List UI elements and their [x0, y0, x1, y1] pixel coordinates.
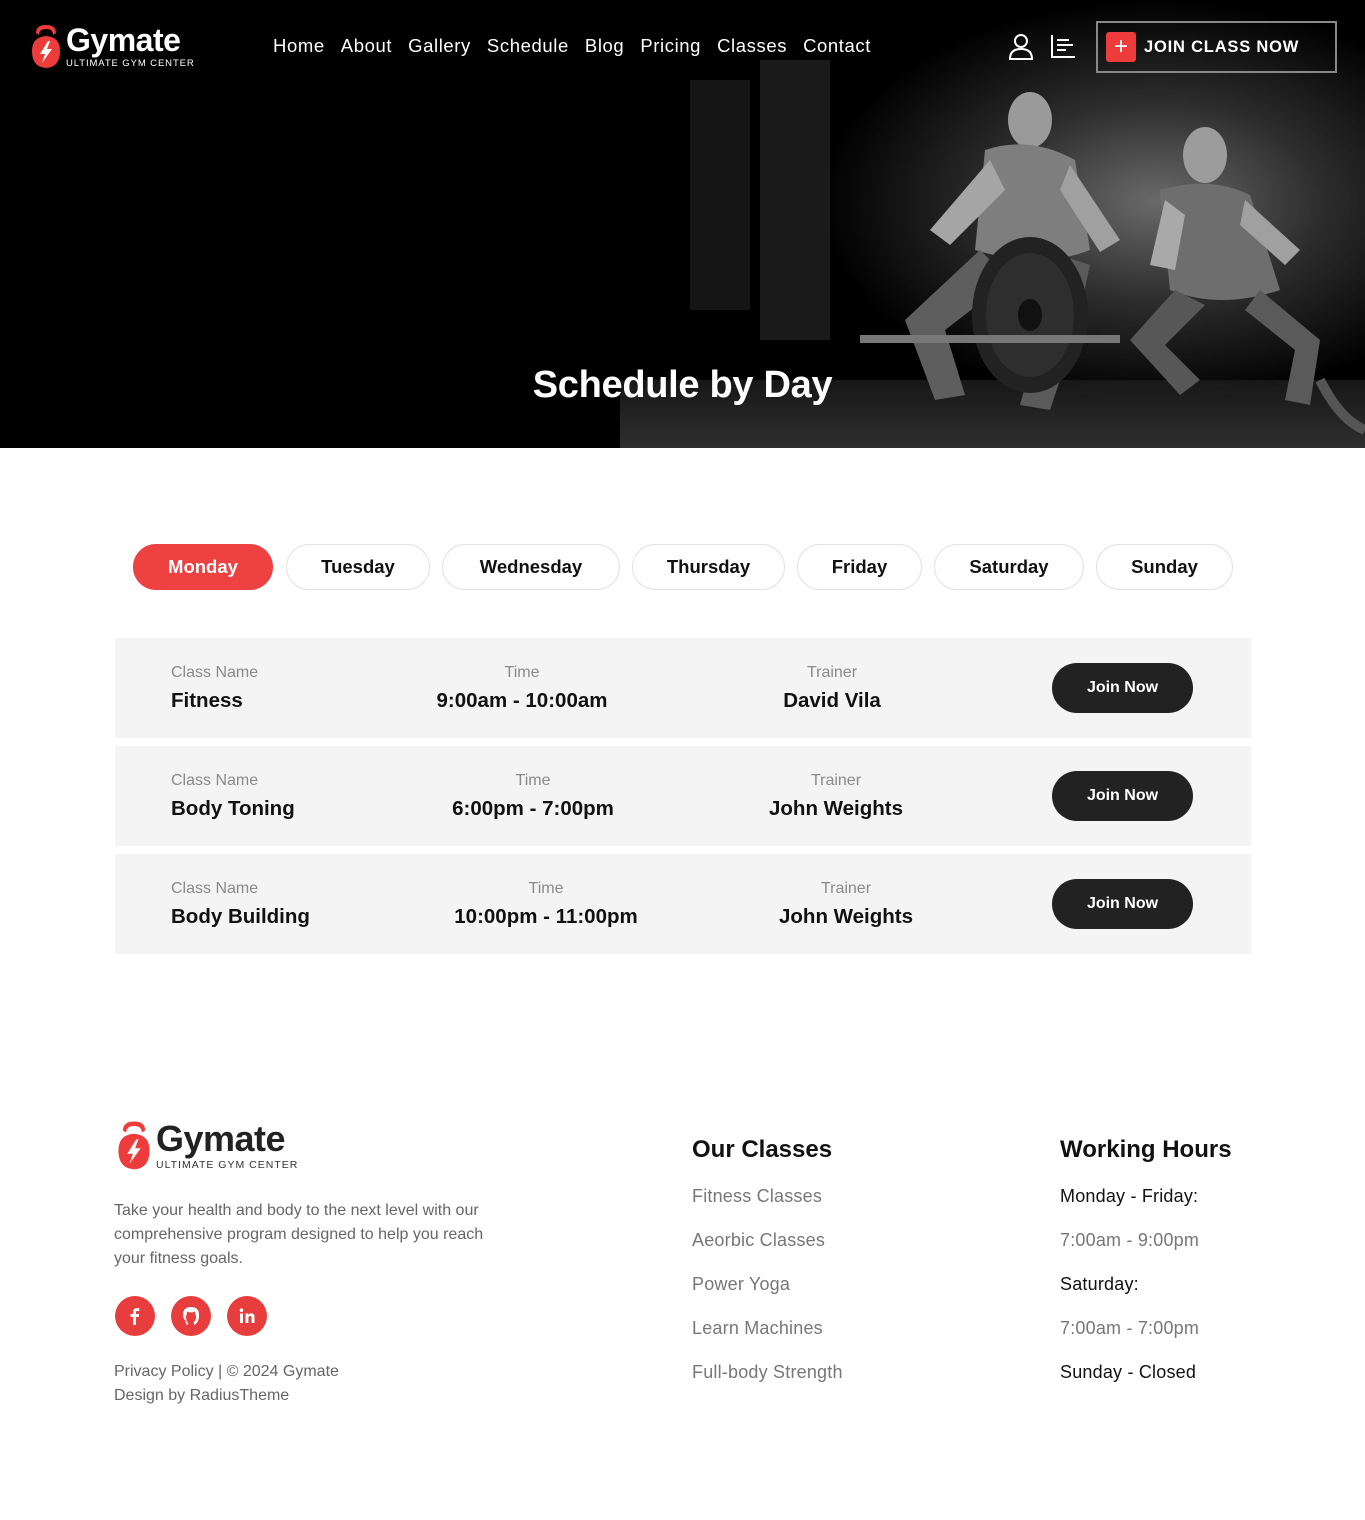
class-name-label: Class Name: [171, 880, 259, 897]
hours-day: Monday - Friday:: [1060, 1186, 1199, 1206]
footer-brand-tagline: ULTIMATE GYM CENTER: [156, 1158, 299, 1171]
tab-saturday[interactable]: Saturday: [934, 544, 1084, 590]
class-name-label: Class Name: [171, 772, 259, 789]
class-name-cell: Class Name Body Toning: [171, 772, 295, 821]
tab-thursday[interactable]: Thursday: [632, 544, 785, 590]
footer-class-link[interactable]: Aeorbic Classes: [692, 1228, 843, 1272]
nav-blog[interactable]: Blog: [585, 34, 624, 58]
hours-time: 7:00am - 9:00pm: [1060, 1230, 1200, 1250]
nav-contact[interactable]: Contact: [803, 34, 871, 58]
time-cell: Time 9:00am - 10:00am: [437, 664, 608, 713]
nav-gallery[interactable]: Gallery: [408, 34, 471, 58]
trainer-label: Trainer: [810, 772, 862, 789]
nav-home[interactable]: Home: [273, 34, 325, 58]
hours-day: Saturday:: [1060, 1274, 1139, 1294]
schedule-row: Class Name Fitness Time 9:00am - 10:00am…: [115, 638, 1251, 738]
time-cell: Time 6:00pm - 7:00pm: [452, 772, 614, 821]
time-value: 10:00pm - 11:00pm: [454, 905, 638, 928]
footer-description: Take your health and body to the next le…: [114, 1202, 484, 1267]
working-hours-heading: Working Hours: [1060, 1136, 1232, 1163]
linkedin-icon[interactable]: [227, 1296, 267, 1336]
join-class-now-button[interactable]: + JOIN CLASS NOW: [1096, 21, 1337, 73]
nav-pricing[interactable]: Pricing: [640, 34, 701, 58]
day-tabs: Monday Tuesday Wednesday Thursday Friday…: [0, 544, 1365, 590]
footer-class-link[interactable]: Learn Machines: [692, 1316, 843, 1360]
join-now-button[interactable]: Join Now: [1052, 771, 1193, 821]
kettlebell-logo-icon: [32, 25, 60, 68]
join-now-button[interactable]: Join Now: [1052, 879, 1193, 929]
our-classes-list: Fitness Classes Aeorbic Classes Power Yo…: [692, 1184, 843, 1404]
footer-brand-name: Gymate: [156, 1117, 286, 1159]
page-title: Schedule by Day: [532, 364, 833, 406]
nav-about[interactable]: About: [341, 34, 392, 58]
brand-name: Gymate: [66, 22, 181, 58]
brand-logo[interactable]: Gymate ULTIMATE GYM CENTER: [28, 22, 208, 72]
align-left-icon[interactable]: [1049, 32, 1077, 60]
copyright-text[interactable]: Privacy Policy | © 2024 Gymate: [114, 1360, 339, 1384]
trainer-cell: Trainer John Weights: [779, 880, 913, 929]
tab-sunday[interactable]: Sunday: [1096, 544, 1233, 590]
class-name-value: Body Toning: [171, 797, 295, 820]
tab-friday[interactable]: Friday: [797, 544, 922, 590]
github-icon[interactable]: [171, 1296, 211, 1336]
footer-copyright: Privacy Policy | © 2024 Gymate Design by…: [114, 1360, 339, 1408]
user-icon[interactable]: [1007, 32, 1035, 60]
tab-monday[interactable]: Monday: [133, 544, 273, 590]
nav-schedule[interactable]: Schedule: [487, 34, 569, 58]
trainer-label: Trainer: [820, 880, 872, 897]
time-label: Time: [515, 772, 551, 789]
trainer-value: David Vila: [783, 689, 881, 712]
trainer-cell: Trainer David Vila: [783, 664, 881, 713]
hours-day: Sunday - Closed: [1060, 1362, 1197, 1382]
nav-classes[interactable]: Classes: [717, 34, 787, 58]
class-name-value: Fitness: [171, 689, 243, 712]
time-label: Time: [504, 664, 540, 681]
trainer-value: John Weights: [778, 905, 914, 928]
footer-class-link[interactable]: Power Yoga: [692, 1272, 843, 1316]
hours-time: 7:00am - 7:00pm: [1060, 1318, 1200, 1338]
schedule-row: Class Name Body Building Time 10:00pm - …: [115, 854, 1251, 954]
class-name-value: Body Building: [171, 905, 310, 928]
join-now-button[interactable]: Join Now: [1052, 663, 1193, 713]
time-value: 6:00pm - 7:00pm: [452, 797, 614, 820]
working-hours-list: Monday - Friday: 7:00am - 9:00pm Saturda…: [1060, 1184, 1199, 1404]
schedule-row: Class Name Body Toning Time 6:00pm - 7:0…: [115, 746, 1251, 846]
join-class-label: JOIN CLASS NOW: [1144, 37, 1300, 56]
tab-tuesday[interactable]: Tuesday: [286, 544, 430, 590]
footer-class-link[interactable]: Fitness Classes: [692, 1184, 843, 1228]
credit-text[interactable]: Design by RadiusTheme: [114, 1384, 339, 1408]
our-classes-heading: Our Classes: [692, 1136, 833, 1163]
class-name-cell: Class Name Body Building: [171, 880, 310, 929]
facebook-icon[interactable]: [115, 1296, 155, 1336]
time-cell: Time 10:00pm - 11:00pm: [454, 880, 637, 929]
class-name-cell: Class Name Fitness: [171, 664, 258, 713]
trainer-value: John Weights: [768, 797, 904, 820]
trainer-label: Trainer: [806, 664, 858, 681]
trainer-cell: Trainer John Weights: [769, 772, 903, 821]
main-nav: Home About Gallery Schedule Blog Pricing…: [273, 34, 887, 58]
footer-logo[interactable]: Gymate ULTIMATE GYM CENTER: [114, 1118, 334, 1174]
time-value: 9:00am - 10:00am: [436, 689, 608, 712]
plus-icon: +: [1106, 32, 1136, 62]
footer-class-link[interactable]: Full-body Strength: [692, 1360, 843, 1404]
class-name-label: Class Name: [171, 664, 259, 681]
brand-tagline: ULTIMATE GYM CENTER: [66, 58, 195, 69]
tab-wednesday[interactable]: Wednesday: [442, 544, 620, 590]
kettlebell-logo-icon: [118, 1121, 150, 1170]
time-label: Time: [528, 880, 564, 897]
